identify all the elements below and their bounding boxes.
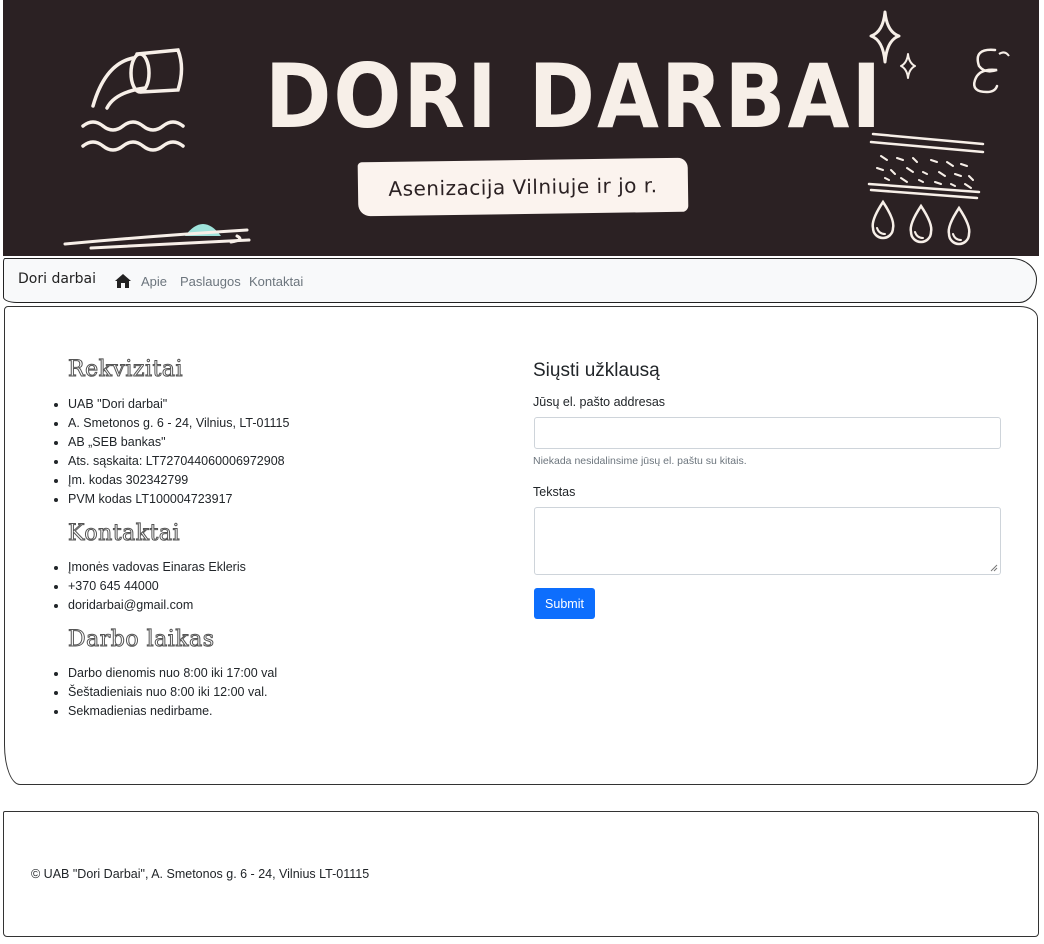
swirl-icon xyxy=(973,48,1010,94)
banner-subtitle: Asenizacija Vilniuje ir jo r. xyxy=(388,173,658,201)
submit-button[interactable]: Submit xyxy=(534,588,595,619)
form-title: Siųsti užklausą xyxy=(533,360,660,381)
email-hint: Niekada nesidalinsime jūsų el. paštu su … xyxy=(533,455,747,467)
email-field[interactable] xyxy=(534,417,1001,449)
rekvizitai-list: UAB "Dori darbai" A. Smetonos g. 6 - 24,… xyxy=(50,395,289,509)
list-item: A. Smetonos g. 6 - 24, Vilnius, LT-01115 xyxy=(68,414,289,433)
list-item: Darbo dienomis nuo 8:00 iki 17:00 val xyxy=(68,664,277,683)
list-item: Šeštadieniais nuo 8:00 iki 12:00 val. xyxy=(68,683,277,702)
nav-link-kontaktai[interactable]: Kontaktai xyxy=(249,274,303,289)
resize-handle-icon[interactable] xyxy=(990,564,998,572)
footer: © UAB "Dori Darbai", A. Smetonos g. 6 - … xyxy=(3,811,1039,937)
nav-link-paslaugos[interactable]: Paslaugos xyxy=(180,274,241,289)
darbo-laikas-heading: Darbo laikas xyxy=(68,627,215,653)
list-item: UAB "Dori darbai" xyxy=(68,395,289,414)
email-label: Jūsų el. pašto addresas xyxy=(533,395,666,409)
home-icon[interactable] xyxy=(115,274,131,288)
header-banner: DORI DARBAI Asenizacija Vilniuje ir jo r… xyxy=(3,0,1039,256)
content-card: Rekvizitai UAB "Dori darbai" A. Smetonos… xyxy=(4,306,1038,785)
navbar: Dori darbai Apie Paslaugos Kontaktai xyxy=(3,258,1037,303)
list-item: PVM kodas LT100004723917 xyxy=(68,490,289,509)
list-item: Įm. kodas 302342799 xyxy=(68,471,289,490)
banner-title: DORI DARBAI xyxy=(265,45,884,149)
nav-link-apie[interactable]: Apie xyxy=(141,274,167,289)
list-item: Sekmadienias nedirbame. xyxy=(68,702,277,721)
text-area[interactable] xyxy=(534,507,1001,575)
list-item: Ats. sąskaita: LT727044060006972908 xyxy=(68,452,289,471)
banner-subtitle-box: Asenizacija Vilniuje ir jo r. xyxy=(357,157,689,217)
pipe-waves-icon xyxy=(81,48,185,152)
kontaktai-list: Įmonės vadovas Einaras Ekleris +370 645 … xyxy=(50,558,246,615)
rekvizitai-heading: Rekvizitai xyxy=(68,357,184,383)
kontaktai-heading: Kontaktai xyxy=(67,521,181,547)
list-item: +370 645 44000 xyxy=(68,577,246,596)
ground-stroke-icon xyxy=(63,224,251,250)
list-item: Įmonės vadovas Einaras Ekleris xyxy=(68,558,246,577)
list-item[interactable]: doridarbai@gmail.com xyxy=(68,596,246,615)
footer-text: © UAB "Dori Darbai", A. Smetonos g. 6 - … xyxy=(31,867,370,881)
text-label: Tekstas xyxy=(533,485,576,499)
list-item: AB „SEB bankas" xyxy=(68,433,289,452)
darbo-laikas-list: Darbo dienomis nuo 8:00 iki 17:00 val Še… xyxy=(50,664,277,721)
navbar-brand[interactable]: Dori darbai xyxy=(18,271,96,287)
